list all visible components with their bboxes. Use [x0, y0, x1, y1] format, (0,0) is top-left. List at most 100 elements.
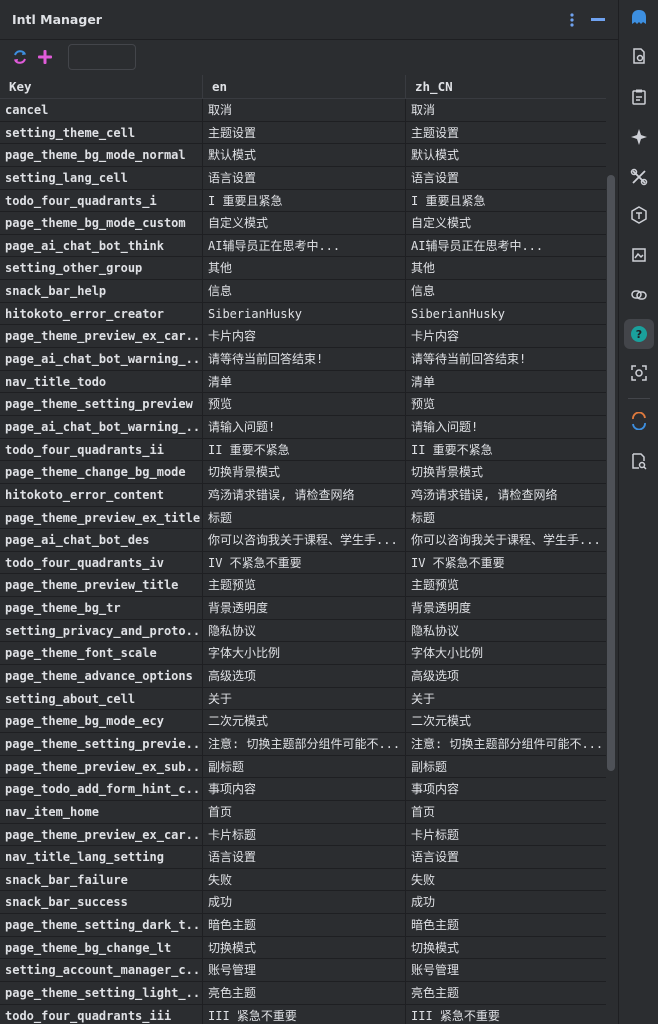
- zh-cn-cell[interactable]: 清单: [406, 371, 606, 393]
- table-row[interactable]: todo_four_quadrants_iii III 紧急不重要 III 紧急不重…: [0, 1004, 606, 1024]
- key-cell[interactable]: page_theme_preview_ex_car...: [0, 325, 203, 348]
- key-cell[interactable]: nav_title_lang_setting: [0, 846, 203, 869]
- table-row[interactable]: page_theme_advance_options 高级选项 高级选项: [0, 665, 606, 688]
- zh-cn-cell[interactable]: III 紧急不重要: [406, 1005, 606, 1024]
- en-cell[interactable]: 背景透明度: [203, 597, 406, 620]
- zh-cn-cell[interactable]: 其他: [406, 257, 606, 279]
- key-cell[interactable]: snack_bar_help: [0, 280, 203, 303]
- zh-cn-cell[interactable]: 语言设置: [406, 846, 606, 868]
- key-cell[interactable]: setting_account_manager_c...: [0, 959, 203, 982]
- en-cell[interactable]: 高级选项: [203, 665, 406, 688]
- tools-icon[interactable]: [628, 166, 650, 188]
- key-cell[interactable]: page_theme_setting_light_...: [0, 981, 203, 1004]
- zh-cn-cell[interactable]: II 重要不紧急: [406, 439, 606, 461]
- en-cell[interactable]: 主题预览: [203, 574, 406, 597]
- key-cell[interactable]: setting_privacy_and_proto...: [0, 619, 203, 642]
- vertical-scrollbar[interactable]: [607, 175, 615, 771]
- table-row[interactable]: nav_title_todo 清单 清单: [0, 370, 606, 394]
- en-cell[interactable]: 失败: [203, 868, 406, 891]
- key-cell[interactable]: hitokoto_error_content: [0, 483, 203, 506]
- table-row[interactable]: page_theme_preview_title 主题预览 主题预览: [0, 574, 606, 598]
- zh-cn-cell[interactable]: 隐私协议: [406, 620, 606, 642]
- en-cell[interactable]: 注意: 切换主题部分组件可能不...: [203, 732, 406, 755]
- en-cell[interactable]: 主题设置: [203, 121, 406, 144]
- search-input[interactable]: [68, 44, 136, 70]
- table-row[interactable]: page_theme_preview_ex_car... 卡片内容 卡片内容: [0, 325, 606, 349]
- zh-cn-cell[interactable]: SiberianHusky: [406, 303, 606, 325]
- key-cell[interactable]: page_theme_change_bg_mode: [0, 461, 203, 484]
- en-cell[interactable]: 清单: [203, 370, 406, 393]
- key-cell[interactable]: page_theme_setting_preview: [0, 393, 203, 416]
- en-cell[interactable]: 成功: [203, 891, 406, 914]
- key-cell[interactable]: page_theme_preview_ex_sub...: [0, 755, 203, 778]
- zh-cn-cell[interactable]: 卡片标题: [406, 824, 606, 846]
- table-row[interactable]: page_theme_bg_mode_normal 默认模式 默认模式: [0, 144, 606, 167]
- key-cell[interactable]: setting_lang_cell: [0, 166, 203, 189]
- zh-cn-cell[interactable]: 切换背景模式: [406, 461, 606, 483]
- zh-cn-cell[interactable]: 背景透明度: [406, 597, 606, 619]
- key-cell[interactable]: page_theme_font_scale: [0, 642, 203, 665]
- zh-cn-cell[interactable]: 鸡汤请求错误, 请检查网络: [406, 484, 606, 506]
- zh-cn-cell[interactable]: 关于: [406, 688, 606, 710]
- table-row[interactable]: nav_item_home 首页 首页: [0, 800, 606, 824]
- zh-cn-cell[interactable]: 请等待当前回答结束!: [406, 348, 606, 370]
- en-cell[interactable]: 其他: [203, 257, 406, 280]
- table-row[interactable]: todo_four_quadrants_ii II 重要不紧急 II 重要不紧急: [0, 438, 606, 462]
- key-cell[interactable]: page_ai_chat_bot_des: [0, 529, 203, 552]
- zh-cn-cell[interactable]: 二次元模式: [406, 710, 606, 732]
- link-icon[interactable]: [628, 284, 650, 306]
- en-cell[interactable]: 字体大小比例: [203, 642, 406, 665]
- plus-icon[interactable]: [35, 47, 55, 67]
- en-cell[interactable]: 卡片标题: [203, 823, 406, 846]
- key-cell[interactable]: page_todo_add_form_hint_c...: [0, 778, 203, 801]
- en-cell[interactable]: 取消: [203, 99, 406, 121]
- table-row[interactable]: snack_bar_help 信息 信息: [0, 280, 606, 303]
- sync-icon[interactable]: [628, 410, 650, 432]
- kebab-icon[interactable]: [562, 10, 582, 30]
- key-cell[interactable]: page_theme_preview_ex_title: [0, 506, 203, 529]
- column-header-key[interactable]: Key: [0, 75, 203, 99]
- table-row[interactable]: setting_other_group 其他 其他: [0, 257, 606, 281]
- en-cell[interactable]: SiberianHusky: [203, 302, 406, 325]
- table-row[interactable]: page_todo_add_form_hint_c... 事项内容 事项内容: [0, 778, 606, 801]
- zh-cn-cell[interactable]: 主题设置: [406, 122, 606, 144]
- zh-cn-cell[interactable]: 注意: 切换主题部分组件可能不...: [406, 733, 606, 755]
- key-cell[interactable]: page_theme_bg_mode_ecy: [0, 710, 203, 733]
- table-row[interactable]: page_theme_setting_dark_t... 暗色主题 暗色主题: [0, 914, 606, 937]
- en-cell[interactable]: 副标题: [203, 755, 406, 778]
- en-cell[interactable]: 你可以咨询我关于课程、学生手...: [203, 529, 406, 552]
- en-cell[interactable]: 亮色主题: [203, 981, 406, 1004]
- zh-cn-cell[interactable]: 信息: [406, 280, 606, 302]
- zh-cn-cell[interactable]: 主题预览: [406, 574, 606, 596]
- en-cell[interactable]: I 重要且紧急: [203, 189, 406, 212]
- zh-cn-cell[interactable]: 成功: [406, 891, 606, 913]
- key-cell[interactable]: page_theme_preview_ex_car...: [0, 823, 203, 846]
- table-row[interactable]: page_theme_setting_preview 预览 预览: [0, 393, 606, 416]
- zh-cn-cell[interactable]: 卡片内容: [406, 325, 606, 347]
- en-cell[interactable]: III 紧急不重要: [203, 1004, 406, 1024]
- en-cell[interactable]: 账号管理: [203, 959, 406, 982]
- table-row[interactable]: setting_lang_cell 语言设置 语言设置: [0, 166, 606, 190]
- table-row[interactable]: page_ai_chat_bot_warning_... 请输入问题! 请输入问题!: [0, 415, 606, 439]
- key-cell[interactable]: nav_item_home: [0, 800, 203, 823]
- en-cell[interactable]: 隐私协议: [203, 619, 406, 642]
- table-row[interactable]: page_theme_preview_ex_sub... 副标题 副标题: [0, 755, 606, 779]
- en-cell[interactable]: 语言设置: [203, 166, 406, 189]
- key-cell[interactable]: nav_title_todo: [0, 370, 203, 393]
- key-cell[interactable]: page_theme_bg_change_lt: [0, 936, 203, 959]
- screenshot-search-icon[interactable]: [628, 362, 650, 384]
- column-header-zh-cn[interactable]: zh_CN: [406, 75, 606, 99]
- zh-cn-cell[interactable]: 标题: [406, 507, 606, 529]
- en-cell[interactable]: 信息: [203, 280, 406, 303]
- key-cell[interactable]: setting_other_group: [0, 257, 203, 280]
- zh-cn-cell[interactable]: 失败: [406, 869, 606, 891]
- en-cell[interactable]: 标题: [203, 506, 406, 529]
- table-row[interactable]: setting_about_cell 关于 关于: [0, 687, 606, 711]
- table-row[interactable]: hitokoto_error_content 鸡汤请求错误, 请检查网络 鸡汤请求错…: [0, 483, 606, 507]
- refresh-icon[interactable]: [10, 47, 30, 67]
- en-cell[interactable]: 二次元模式: [203, 710, 406, 733]
- zh-cn-cell[interactable]: 取消: [406, 99, 606, 121]
- table-row[interactable]: setting_account_manager_c... 账号管理 账号管理: [0, 959, 606, 982]
- zh-cn-cell[interactable]: 默认模式: [406, 144, 606, 166]
- en-cell[interactable]: 鸡汤请求错误, 请检查网络: [203, 483, 406, 506]
